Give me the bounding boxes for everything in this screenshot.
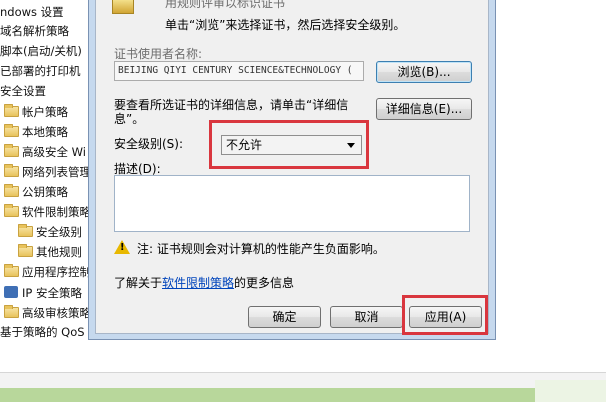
tree-item-qos[interactable]: 基于策略的 QoS	[0, 323, 85, 341]
taskbar-stripe-right	[535, 380, 606, 402]
apply-button[interactable]: 应用(A)	[409, 306, 482, 328]
tree-item-label: 域名解析策略	[0, 24, 69, 38]
learn-more-prefix: 了解关于	[114, 276, 163, 290]
tree-item-software-restriction[interactable]: 软件限制策略	[4, 203, 91, 221]
tree-item-network-list[interactable]: 网络列表管理	[4, 163, 91, 181]
security-level-label: 安全级别(S):	[114, 137, 184, 151]
folder-icon	[4, 184, 19, 197]
tree-item-ip-security[interactable]: IP 安全策略	[4, 284, 82, 302]
folder-icon	[18, 244, 33, 257]
tree-item-advanced-firewall[interactable]: 高级安全 Wi	[4, 143, 86, 161]
chevron-down-icon	[347, 143, 355, 148]
tree-item-public-key[interactable]: 公钥策略	[4, 183, 68, 201]
description-textarea[interactable]	[114, 175, 470, 232]
ok-button[interactable]: 确定	[248, 306, 321, 328]
tree-item-printers[interactable]: 已部署的打印机	[0, 62, 81, 80]
tree-item-label: 基于策略的 QoS	[0, 325, 85, 339]
folder-icon	[4, 124, 19, 137]
tree-item-windows-settings[interactable]: ndows 设置	[0, 3, 64, 21]
cancel-button[interactable]: 取消	[330, 306, 403, 328]
tree-item-label: 安全设置	[0, 84, 46, 98]
tree-item-advanced-audit[interactable]: 高级审核策略	[4, 304, 91, 322]
cert-user-label: 证书使用者名称:	[114, 47, 203, 61]
tree-item-label: 已部署的打印机	[0, 64, 81, 78]
network-icon	[4, 286, 18, 298]
tree-item-label: 脚本(启动/关机)	[0, 44, 82, 58]
policy-tree[interactable]: ndows 设置 域名解析策略 脚本(启动/关机) 已部署的打印机 安全设置 帐…	[0, 0, 100, 372]
tree-item-label: 本地策略	[22, 125, 68, 139]
details-button[interactable]: 详细信息(E)...	[376, 98, 472, 120]
security-level-value: 不允许	[226, 138, 263, 152]
tree-item-label: 安全级别	[36, 225, 82, 239]
certificate-icon	[112, 0, 134, 14]
tree-item-local-policies[interactable]: 本地策略	[4, 123, 68, 141]
folder-icon	[4, 204, 19, 217]
software-restriction-link[interactable]: 软件限制策略	[162, 276, 234, 290]
tree-item-dns-policy[interactable]: 域名解析策略	[0, 22, 69, 40]
tree-item-additional-rules[interactable]: 其他规则	[18, 243, 82, 261]
tree-item-label: 其他规则	[36, 245, 82, 259]
tree-item-label: 软件限制策略	[22, 205, 91, 219]
folder-icon	[4, 264, 19, 277]
tree-item-label: 网络列表管理	[22, 165, 91, 179]
tree-item-label: 公钥策略	[22, 185, 68, 199]
warning-text: 注: 证书规则会对计算机的性能产生负面影响。	[137, 242, 385, 256]
tree-item-security-levels[interactable]: 安全级别	[18, 223, 82, 241]
folder-icon	[4, 104, 19, 117]
learn-more-suffix: 的更多信息	[234, 276, 295, 290]
taskbar-stripe	[0, 388, 606, 402]
tree-item-app-control[interactable]: 应用程序控制	[4, 263, 91, 281]
tree-item-scripts[interactable]: 脚本(启动/关机)	[0, 42, 82, 60]
tree-item-label: IP 安全策略	[22, 286, 82, 300]
folder-icon	[18, 224, 33, 237]
folder-icon	[4, 305, 19, 318]
folder-icon	[4, 164, 19, 177]
top-text-partial: 用规则评审以标识证书	[165, 0, 286, 10]
learn-more-text: 了解关于软件限制策略的更多信息	[114, 274, 294, 291]
cert-user-field[interactable]: BEIJING QIYI CENTURY SCIENCE&TECHNOLOGY …	[114, 61, 364, 81]
tree-item-label: 高级安全 Wi	[22, 145, 86, 159]
tree-item-label: 应用程序控制	[22, 265, 91, 279]
tree-item-account-policies[interactable]: 帐户策略	[4, 103, 68, 121]
instruction-text: 单击“浏览”来选择证书，然后选择安全级别。	[165, 18, 406, 32]
tree-item-security-settings[interactable]: 安全设置	[0, 82, 46, 100]
warning-icon: !	[114, 240, 130, 254]
browse-button[interactable]: 浏览(B)...	[376, 61, 472, 83]
tree-item-label: ndows 设置	[0, 5, 64, 19]
tree-item-label: 帐户策略	[22, 105, 68, 119]
folder-icon	[4, 144, 19, 157]
security-level-select[interactable]: 不允许	[221, 135, 362, 155]
tree-item-label: 高级审核策略	[22, 306, 91, 320]
